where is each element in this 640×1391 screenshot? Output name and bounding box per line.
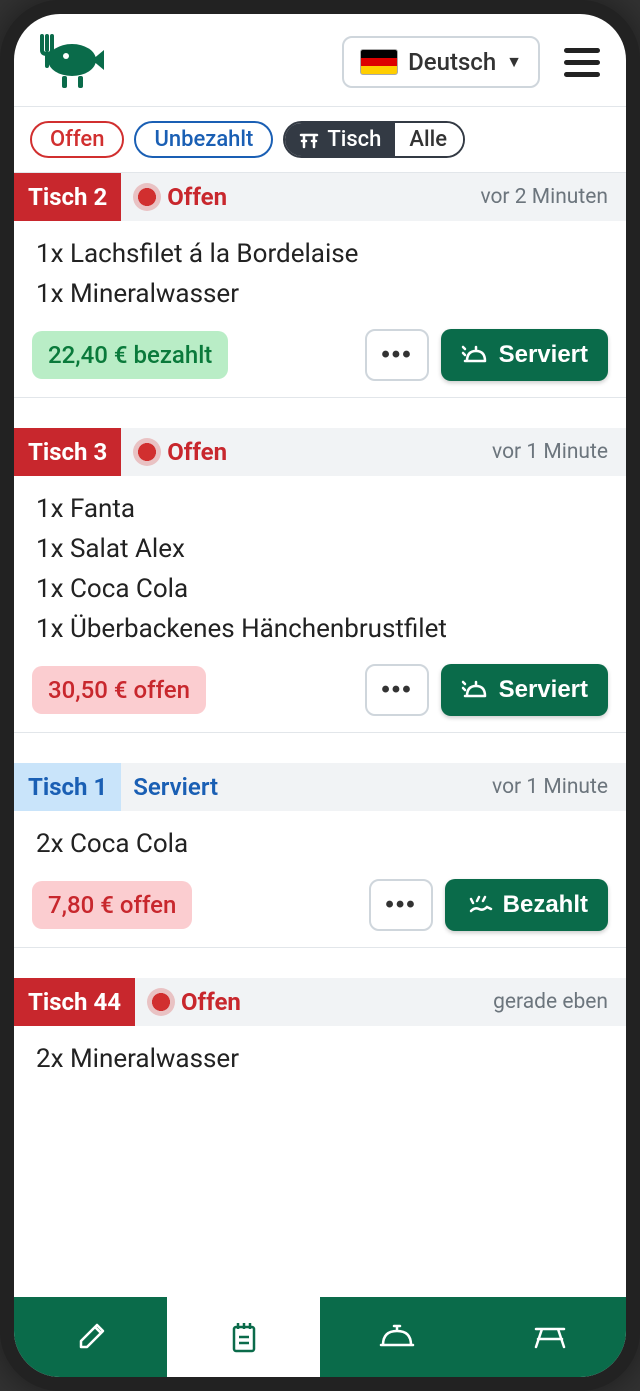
order-items: 1x Lachsfilet á la Bordelaise 1x Mineralw… — [14, 221, 626, 329]
bell-icon — [377, 1319, 417, 1355]
order-item: 2x Mineralwasser — [36, 1044, 604, 1074]
more-button[interactable]: ••• — [365, 329, 428, 381]
filter-unpaid[interactable]: Unbezahlt — [134, 121, 273, 158]
action-label: Bezahlt — [503, 891, 588, 919]
table-tag: Tisch 1 — [14, 763, 121, 811]
notepad-icon — [226, 1319, 262, 1355]
order-items: 2x Mineralwasser — [14, 1026, 626, 1094]
pulse-dot-icon — [133, 438, 161, 466]
language-label: Deutsch — [408, 48, 496, 76]
order-item: 1x Lachsfilet á la Bordelaise — [36, 239, 604, 269]
pulse-dot-icon — [147, 988, 175, 1016]
status-label: Offen — [167, 438, 227, 466]
order-footer: 22,40 € bezahlt ••• Serviert — [14, 329, 626, 381]
order-item: 1x Mineralwasser — [36, 279, 604, 309]
order-status: Offen — [133, 438, 480, 466]
order-card: Tisch 44 Offen gerade eben 2x Mineralwasser — [14, 978, 626, 1094]
price-badge: 22,40 € bezahlt — [32, 331, 228, 379]
table-icon — [299, 131, 319, 149]
order-status: Serviert — [133, 773, 480, 801]
picnic-table-icon — [530, 1319, 570, 1355]
chevron-down-icon: ▼ — [506, 52, 522, 72]
status-label: Offen — [167, 183, 227, 211]
view-toggle-table[interactable]: Tisch — [285, 123, 395, 156]
nav-tables[interactable] — [473, 1297, 626, 1377]
view-toggle-all[interactable]: Alle — [395, 123, 463, 156]
order-card: Tisch 2 Offen vor 2 Minuten 1x Lachsfilet á… — [14, 173, 626, 398]
nav-service[interactable] — [320, 1297, 473, 1377]
order-items: 1x Fanta 1x Salat Alex 1x Coca Cola 1x Über… — [14, 476, 626, 664]
order-item: 2x Coca Cola — [36, 829, 604, 859]
order-status: Offen — [133, 183, 468, 211]
mark-served-button[interactable]: Serviert — [441, 664, 608, 716]
more-button[interactable]: ••• — [365, 664, 428, 716]
order-card: Tisch 1 Serviert vor 1 Minute 2x Coca Cola 7… — [14, 763, 626, 948]
order-item: 1x Fanta — [36, 494, 604, 524]
filter-bar: Offen Unbezahlt Tisch Alle — [14, 106, 626, 172]
order-timestamp: vor 1 Minute — [492, 775, 608, 799]
status-label: Offen — [181, 988, 241, 1016]
more-button[interactable]: ••• — [369, 879, 432, 931]
language-selector[interactable]: Deutsch ▼ — [342, 36, 540, 88]
order-item: 1x Coca Cola — [36, 574, 604, 604]
menu-button[interactable] — [558, 42, 606, 83]
order-header: Tisch 2 Offen vor 2 Minuten — [14, 173, 626, 221]
bottom-nav — [14, 1297, 626, 1377]
price-badge: 7,80 € offen — [32, 881, 192, 929]
order-status: Offen — [147, 988, 481, 1016]
pencil-icon — [73, 1319, 109, 1355]
order-items: 2x Coca Cola — [14, 811, 626, 879]
order-item: 1x Salat Alex — [36, 534, 604, 564]
table-tag: Tisch 44 — [14, 978, 135, 1026]
action-label: Serviert — [499, 676, 588, 704]
table-tag: Tisch 2 — [14, 173, 121, 221]
mark-served-button[interactable]: Serviert — [441, 329, 608, 381]
order-timestamp: gerade eben — [493, 990, 608, 1014]
app-header: Deutsch ▼ — [14, 14, 626, 106]
order-item: 1x Überbackenes Hänchenbrustfilet — [36, 614, 604, 644]
status-label: Serviert — [133, 773, 218, 801]
order-header: Tisch 44 Offen gerade eben — [14, 978, 626, 1026]
flag-germany-icon — [360, 49, 398, 75]
action-label: Serviert — [499, 341, 588, 369]
app-logo — [34, 32, 104, 92]
nav-edit[interactable] — [14, 1297, 167, 1377]
orders-list: Tisch 2 Offen vor 2 Minuten 1x Lachsfilet á… — [14, 172, 626, 1297]
order-footer: 7,80 € offen ••• Bezahlt — [14, 879, 626, 931]
order-header: Tisch 1 Serviert vor 1 Minute — [14, 763, 626, 811]
pulse-dot-icon — [133, 183, 161, 211]
mark-paid-button[interactable]: Bezahlt — [445, 879, 608, 931]
order-header: Tisch 3 Offen vor 1 Minute — [14, 428, 626, 476]
order-card: Tisch 3 Offen vor 1 Minute 1x Fanta 1x Salat… — [14, 428, 626, 733]
order-timestamp: vor 2 Minuten — [480, 185, 608, 209]
price-badge: 30,50 € offen — [32, 666, 206, 714]
order-timestamp: vor 1 Minute — [492, 440, 608, 464]
nav-orders[interactable] — [167, 1297, 320, 1377]
view-toggle: Tisch Alle — [283, 121, 465, 158]
order-footer: 30,50 € offen ••• Serviert — [14, 664, 626, 716]
filter-open[interactable]: Offen — [30, 121, 124, 158]
table-tag: Tisch 3 — [14, 428, 121, 476]
